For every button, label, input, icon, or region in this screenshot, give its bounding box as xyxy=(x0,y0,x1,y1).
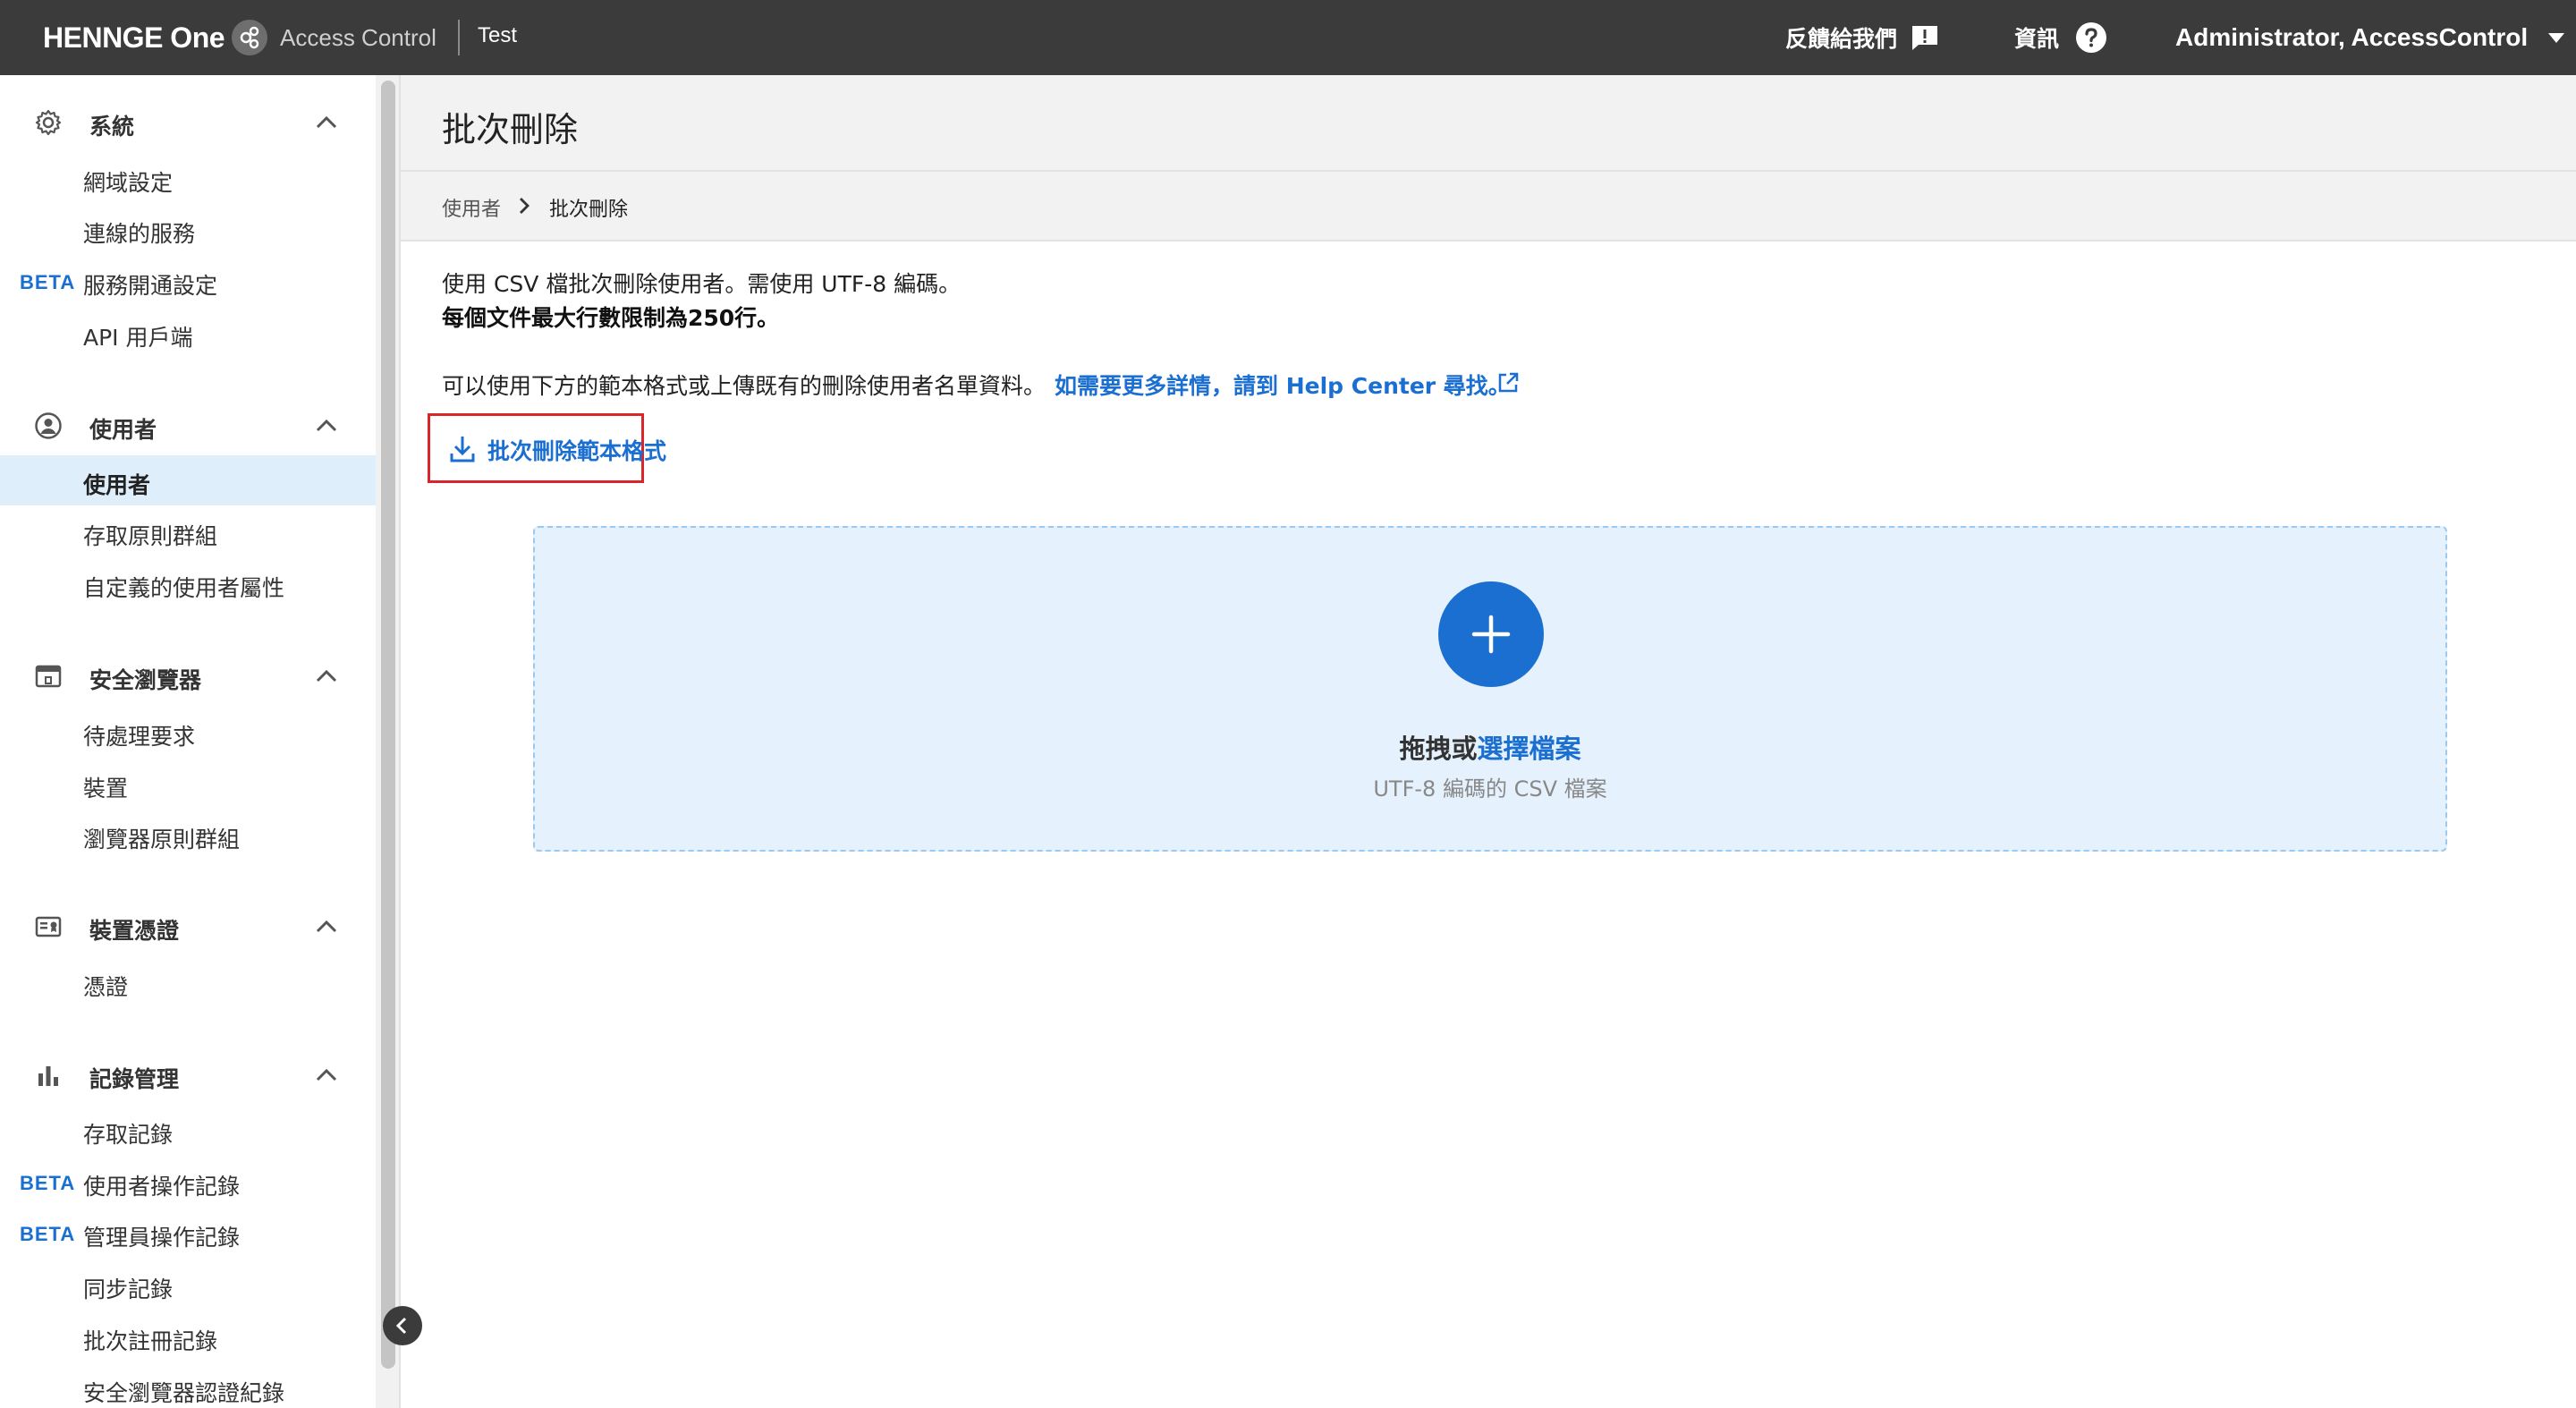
download-template-button[interactable]: 批次刪除範本格式 xyxy=(428,413,666,483)
sidebar-item-label: 瀏覽器原則群組 xyxy=(83,827,241,852)
row-limit-text: 每個文件最大行數限制為250行。 xyxy=(442,305,780,331)
sidebar-item-label: 使用者 xyxy=(83,472,151,498)
download-icon xyxy=(450,437,475,462)
sidebar-item-sync-logs[interactable]: 同步記錄 xyxy=(0,1260,376,1310)
sidebar-item-label: 存取原則群組 xyxy=(83,523,218,549)
sidebar-section-title: 記錄管理 xyxy=(89,1066,180,1092)
browser-icon xyxy=(35,665,62,688)
dropzone-title: 拖拽或選擇檔案 xyxy=(535,728,2445,766)
feedback-button[interactable]: 反饋給我們 xyxy=(1785,20,1940,55)
chevron-up-icon[interactable] xyxy=(315,415,338,437)
sidebar-item-admin-operation-logs[interactable]: BETA 管理員操作記錄 xyxy=(0,1208,376,1258)
caret-down-icon xyxy=(2548,33,2565,43)
info-button[interactable]: 資訊 xyxy=(2014,20,2107,55)
sidebar-item-users[interactable]: 使用者 xyxy=(0,455,376,505)
bar-chart-icon xyxy=(38,1066,58,1086)
description-text: 使用 CSV 檔批次刪除使用者。需使用 UTF-8 編碼。 xyxy=(442,271,962,297)
dropzone-subtitle: UTF-8 編碼的 CSV 檔案 xyxy=(1373,776,1607,802)
page-header: 批次刪除 xyxy=(401,75,2576,172)
sidebar-section-title: 裝置憑證 xyxy=(89,918,180,944)
help-center-link[interactable]: 如需要更多詳情，請到 Help Center 尋找。 xyxy=(1055,373,1511,399)
sidebar-section-title: 系統 xyxy=(89,114,135,140)
beta-badge: BETA xyxy=(20,271,76,293)
file-dropzone[interactable]: 拖拽或選擇檔案 UTF-8 編碼的 CSV 檔案 xyxy=(533,526,2447,852)
sidebar-item-label: 安全瀏覽器認證紀錄 xyxy=(83,1380,285,1406)
sidebar-item-access-policy-groups[interactable]: 存取原則群組 xyxy=(0,506,376,556)
certificate-icon xyxy=(35,916,62,937)
external-link-icon[interactable] xyxy=(1496,370,1521,395)
dropzone-prefix: 拖拽或 xyxy=(1399,734,1478,764)
sidebar-item-label: 裝置 xyxy=(83,776,129,802)
user-circle-icon xyxy=(35,412,62,439)
beta-badge: BETA xyxy=(20,1172,76,1194)
sidebar-item-label: API 用戶端 xyxy=(83,325,193,351)
sidebar-item-provisioning[interactable]: BETA 服務開通設定 xyxy=(0,256,376,306)
feedback-icon xyxy=(1912,26,1938,50)
page-title: 批次刪除 xyxy=(442,110,579,149)
sidebar-item-pending-requests[interactable]: 待處理要求 xyxy=(0,707,376,757)
sidebar-item-bulk-registration-logs[interactable]: 批次註冊記錄 xyxy=(0,1311,376,1361)
sidebar: 系統 網域設定 連線的服務 BETA 服務開通設定 API 用戶端 使用者 使用… xyxy=(0,75,376,1408)
sidebar-section-system[interactable]: 系統 xyxy=(0,98,376,148)
sidebar-item-label: 存取記錄 xyxy=(83,1122,174,1148)
sidebar-item-secure-browser-auth-logs[interactable]: 安全瀏覽器認證紀錄 xyxy=(0,1363,376,1408)
sidebar-item-label: 同步記錄 xyxy=(83,1277,174,1302)
beta-badge: BETA xyxy=(20,1223,76,1245)
sidebar-section-device-certificates[interactable]: 裝置憑證 xyxy=(0,902,376,952)
sidebar-item-domain-settings[interactable]: 網域設定 xyxy=(0,153,376,203)
sidebar-item-label: 自定義的使用者屬性 xyxy=(83,575,285,601)
sidebar-scrollbar[interactable] xyxy=(376,75,401,1408)
template-description: 可以使用下方的範本格式或上傳既有的刪除使用者名單資料。 如需要更多詳情，請到 He… xyxy=(442,369,1511,401)
chevron-up-icon[interactable] xyxy=(315,666,338,687)
template-description-text: 可以使用下方的範本格式或上傳既有的刪除使用者名單資料。 xyxy=(442,373,1046,399)
breadcrumb-current: 批次刪除 xyxy=(549,199,629,221)
sidebar-section-secure-browser[interactable]: 安全瀏覽器 xyxy=(0,651,376,701)
user-name: Administrator, AccessControl xyxy=(2175,23,2529,51)
chevron-up-icon[interactable] xyxy=(315,1064,338,1086)
brand[interactable]: HENNGE One Access Control xyxy=(43,16,436,59)
download-template-label: 批次刪除範本格式 xyxy=(487,438,667,464)
sidebar-item-api-clients[interactable]: API 用戶端 xyxy=(0,308,376,358)
sidebar-item-connected-services[interactable]: 連線的服務 xyxy=(0,204,376,254)
brand-logo-icon xyxy=(232,20,268,55)
sidebar-section-title: 使用者 xyxy=(89,417,157,443)
gear-icon xyxy=(35,109,62,136)
sidebar-item-label: 網域設定 xyxy=(83,170,174,196)
brand-divider xyxy=(458,20,460,55)
sidebar-item-custom-attributes[interactable]: 自定義的使用者屬性 xyxy=(0,558,376,608)
breadcrumb-link-users[interactable]: 使用者 xyxy=(442,193,501,222)
help-icon xyxy=(2076,22,2107,53)
top-bar: HENNGE One Access Control Test 反饋給我們 資訊 … xyxy=(0,0,2576,75)
sidebar-item-browser-policy-groups[interactable]: 瀏覽器原則群組 xyxy=(0,810,376,860)
product-name: Access Control xyxy=(280,23,436,51)
sidebar-item-label: 服務開通設定 xyxy=(83,273,218,299)
brand-name: HENNGE One xyxy=(43,21,225,54)
chevron-up-icon[interactable] xyxy=(315,112,338,133)
sidebar-scrollbar-thumb[interactable] xyxy=(381,81,395,1369)
sidebar-item-label: 批次註冊記錄 xyxy=(83,1328,218,1354)
sidebar-item-label: 待處理要求 xyxy=(83,724,196,750)
main-content: 批次刪除 使用者 批次刪除 使用 CSV 檔批次刪除使用者。需使用 UTF-8 … xyxy=(401,75,2576,1408)
sidebar-item-devices[interactable]: 裝置 xyxy=(0,759,376,809)
sidebar-item-user-operation-logs[interactable]: BETA 使用者操作記錄 xyxy=(0,1157,376,1207)
add-file-button[interactable] xyxy=(1438,581,1544,687)
sidebar-item-label: 使用者操作記錄 xyxy=(83,1174,241,1200)
sidebar-section-users[interactable]: 使用者 xyxy=(0,401,376,451)
chevron-up-icon[interactable] xyxy=(315,916,338,937)
sidebar-item-access-logs[interactable]: 存取記錄 xyxy=(0,1105,376,1155)
sidebar-section-title: 安全瀏覽器 xyxy=(89,667,202,693)
select-file-link[interactable]: 選擇檔案 xyxy=(1478,734,1581,764)
sidebar-item-label: 憑證 xyxy=(83,974,129,1000)
sidebar-item-label: 連線的服務 xyxy=(83,221,196,247)
user-menu[interactable]: Administrator, AccessControl xyxy=(2175,20,2565,55)
info-label: 資訊 xyxy=(2014,26,2060,52)
sidebar-item-label: 管理員操作記錄 xyxy=(83,1225,241,1251)
chevron-right-icon xyxy=(520,198,530,214)
tenant-name: Test xyxy=(478,23,518,47)
feedback-label: 反饋給我們 xyxy=(1785,26,1898,52)
sidebar-section-log-management[interactable]: 記錄管理 xyxy=(0,1050,376,1100)
breadcrumb: 使用者 批次刪除 xyxy=(401,172,2576,242)
sidebar-item-certificates[interactable]: 憑證 xyxy=(0,957,376,1007)
plus-icon xyxy=(1471,615,1511,654)
